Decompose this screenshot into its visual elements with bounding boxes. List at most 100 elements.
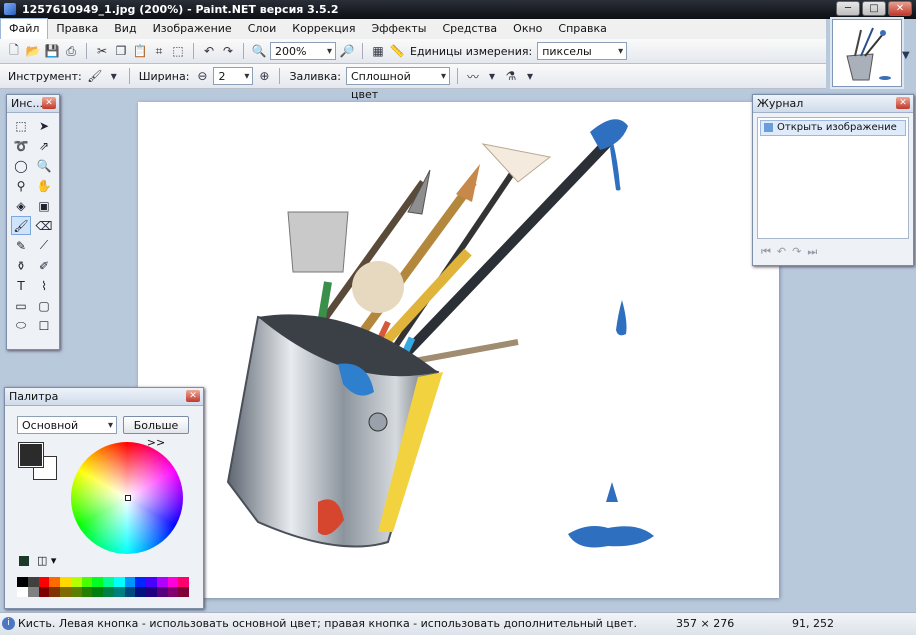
menu-edit[interactable]: Правка — [48, 19, 106, 39]
color-swatch[interactable] — [49, 587, 60, 597]
color-swatch[interactable] — [60, 587, 71, 597]
color-swatch[interactable] — [178, 577, 189, 587]
color-swatches[interactable] — [17, 577, 189, 597]
color-swatch[interactable] — [146, 577, 157, 587]
reset-colors-icon[interactable] — [19, 556, 29, 566]
fill-select[interactable]: Сплошной цвет — [345, 67, 450, 101]
color-swatch[interactable] — [167, 577, 179, 587]
color-swatch[interactable] — [81, 577, 93, 587]
undo-icon[interactable]: ↶ — [201, 43, 217, 59]
primary-color-swatch[interactable] — [18, 442, 44, 468]
color-swatch[interactable] — [60, 577, 71, 587]
color-swatch[interactable] — [156, 577, 168, 587]
pan-icon[interactable]: ✋ — [34, 176, 54, 195]
menu-utilities[interactable]: Средства — [434, 19, 505, 39]
color-swatch[interactable] — [156, 587, 168, 597]
color-swatch[interactable] — [103, 577, 114, 587]
menu-file[interactable]: Файл — [0, 18, 49, 40]
more-colors-button[interactable]: Больше >> — [123, 416, 189, 449]
grid-icon[interactable]: ▦ — [370, 43, 386, 59]
close-icon[interactable]: ✕ — [896, 97, 910, 109]
current-tool-brush-icon[interactable]: 🖌 — [87, 68, 103, 84]
color-swatch[interactable] — [167, 587, 179, 597]
thumbnail-menu-icon[interactable]: ▼ — [902, 50, 910, 61]
history-first-icon[interactable]: ⏮ — [761, 245, 771, 259]
zoom-select[interactable]: 200% — [270, 42, 336, 61]
clone-stamp-icon[interactable]: ⚱ — [11, 256, 31, 275]
gradient-icon[interactable]: ▣ — [34, 196, 54, 215]
width-increase-icon[interactable]: ⊕ — [256, 68, 272, 84]
tools-panel-title[interactable]: Инс... ✕ — [7, 95, 59, 113]
ellipse-select-icon[interactable]: ◯ — [11, 156, 31, 175]
color-swatch[interactable] — [27, 577, 39, 587]
rounded-rectangle-icon[interactable]: ▢ — [34, 296, 54, 315]
close-icon[interactable]: ✕ — [186, 390, 200, 402]
history-undo-icon[interactable]: ↶ — [777, 245, 786, 259]
text-icon[interactable]: T — [11, 276, 31, 295]
paint-bucket-icon[interactable]: ◈ — [11, 196, 31, 215]
colors-panel-title[interactable]: Палитра ✕ — [5, 388, 203, 406]
close-button[interactable]: ✕ — [888, 1, 912, 16]
rectangle-icon[interactable]: ▭ — [11, 296, 31, 315]
color-swatch[interactable] — [38, 577, 50, 587]
deselect-icon[interactable]: ⬚ — [170, 43, 186, 59]
rect-select-icon[interactable]: ⬚ — [11, 116, 31, 135]
history-panel-title[interactable]: Журнал ✕ — [753, 95, 913, 113]
print-icon[interactable]: ⎙ — [63, 43, 79, 59]
freeform-shape-icon[interactable]: ☐ — [34, 316, 54, 335]
eraser-icon[interactable]: ⌫ — [34, 216, 54, 235]
ruler-icon[interactable]: 📏 — [389, 43, 405, 59]
color-swatch[interactable] — [92, 587, 103, 597]
menu-window[interactable]: Окно — [505, 19, 550, 39]
color-swatch[interactable] — [124, 587, 136, 597]
color-swatch[interactable] — [92, 577, 103, 587]
color-swatch[interactable] — [17, 587, 28, 597]
palette-menu-icon[interactable]: ◫ ▾ — [37, 554, 56, 567]
color-swatch[interactable] — [49, 577, 60, 587]
history-last-icon[interactable]: ⏭ — [807, 245, 817, 259]
maximize-button[interactable]: □ — [862, 1, 886, 16]
color-swatch[interactable] — [135, 587, 146, 597]
menu-effects[interactable]: Эффекты — [363, 19, 434, 39]
color-swatch[interactable] — [70, 587, 82, 597]
color-swatch[interactable] — [27, 587, 39, 597]
color-swatch[interactable] — [113, 587, 125, 597]
recolor-icon[interactable]: ✐ — [34, 256, 54, 275]
crop-icon[interactable]: ⌗ — [151, 43, 167, 59]
color-swatch[interactable] — [103, 587, 114, 597]
menu-view[interactable]: Вид — [106, 19, 144, 39]
chevron-down-icon[interactable]: ▾ — [484, 68, 500, 84]
color-swatch[interactable] — [146, 587, 157, 597]
zoom-out-icon[interactable]: 🔍 — [251, 43, 267, 59]
palette-mode-select[interactable]: Основной — [17, 416, 117, 435]
color-picker-icon[interactable]: ⟋ — [34, 236, 54, 255]
width-decrease-icon[interactable]: ⊖ — [194, 68, 210, 84]
color-swatch[interactable] — [113, 577, 125, 587]
menu-adjustments[interactable]: Коррекция — [284, 19, 363, 39]
copy-icon[interactable]: ❐ — [113, 43, 129, 59]
image-canvas[interactable] — [138, 102, 779, 598]
paintbrush-icon[interactable]: 🖌 — [11, 216, 31, 235]
lasso-icon[interactable]: ➰ — [11, 136, 31, 155]
color-swatch[interactable] — [124, 577, 136, 587]
paste-icon[interactable]: 📋 — [132, 43, 148, 59]
color-swatch[interactable] — [81, 587, 93, 597]
color-swatch[interactable] — [135, 577, 146, 587]
width-select[interactable]: 2 — [213, 67, 254, 86]
color-swatch[interactable] — [70, 577, 82, 587]
antialiasing-icon[interactable]: 〰 — [465, 68, 481, 84]
new-file-icon[interactable]: 🗋 — [6, 43, 22, 59]
zoom-in-icon[interactable]: 🔎 — [339, 43, 355, 59]
redo-icon[interactable]: ↷ — [220, 43, 236, 59]
close-icon[interactable]: ✕ — [42, 97, 56, 109]
history-redo-icon[interactable]: ↷ — [792, 245, 801, 259]
ellipse-icon[interactable]: ⬭ — [11, 316, 31, 335]
pencil-icon[interactable]: ✎ — [11, 236, 31, 255]
menu-layers[interactable]: Слои — [240, 19, 285, 39]
zoom-icon[interactable]: 🔍 — [34, 156, 54, 175]
minimize-button[interactable]: ─ — [836, 1, 860, 16]
color-swatch[interactable] — [17, 577, 28, 587]
move-selection-icon[interactable]: ➤ — [34, 116, 54, 135]
image-thumbnail[interactable] — [832, 19, 902, 87]
chevron-down-icon[interactable]: ▾ — [522, 68, 538, 84]
